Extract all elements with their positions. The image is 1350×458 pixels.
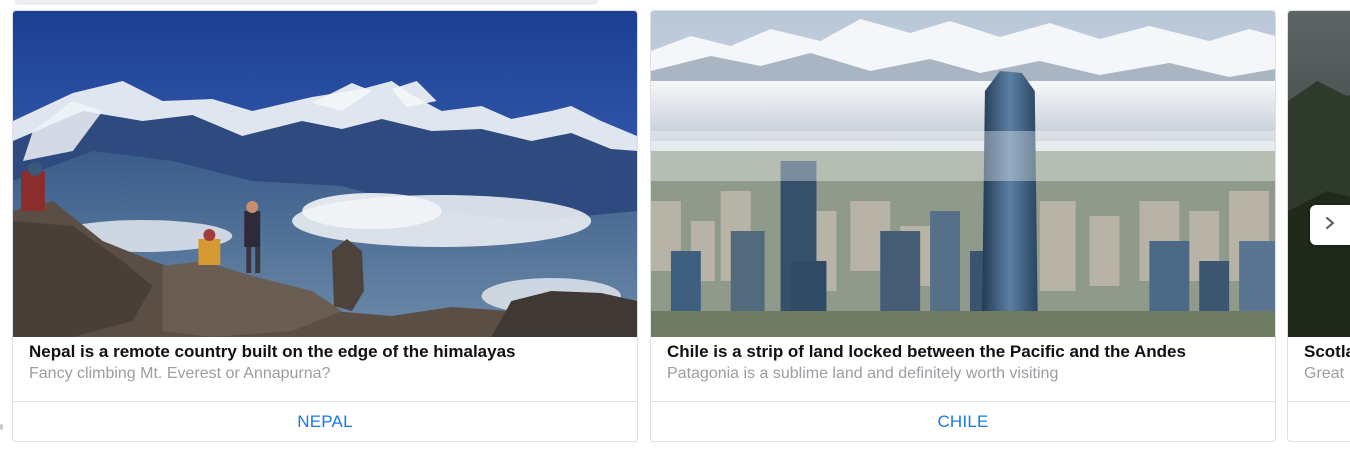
divider (1288, 401, 1350, 402)
card-title: Nepal is a remote country built on the e… (29, 342, 516, 361)
chevron-right-icon (1323, 216, 1337, 235)
carousel-card-chile: Chile is a strip of land locked between … (650, 10, 1276, 442)
carousel-next-button[interactable] (1310, 205, 1350, 245)
scotland-image[interactable] (1288, 11, 1350, 337)
carousel-card-nepal: Nepal is a remote country built on the e… (12, 10, 638, 442)
chile-city-image[interactable] (651, 11, 1275, 337)
card-subtitle: Great (1304, 365, 1345, 382)
scroll-indicator (0, 424, 3, 430)
nepal-mountains-image[interactable] (13, 11, 637, 337)
card-subtitle: Fancy climbing Mt. Everest or Annapurna? (29, 365, 331, 382)
card-title: Chile is a strip of land locked between … (667, 342, 1186, 361)
search-bar-edge (14, 0, 598, 5)
chile-button[interactable]: CHILE (651, 402, 1275, 441)
card-subtitle: Patagonia is a sublime land and definite… (667, 365, 1059, 382)
nepal-button[interactable]: NEPAL (13, 402, 637, 441)
card-title: Scotla (1304, 342, 1350, 361)
